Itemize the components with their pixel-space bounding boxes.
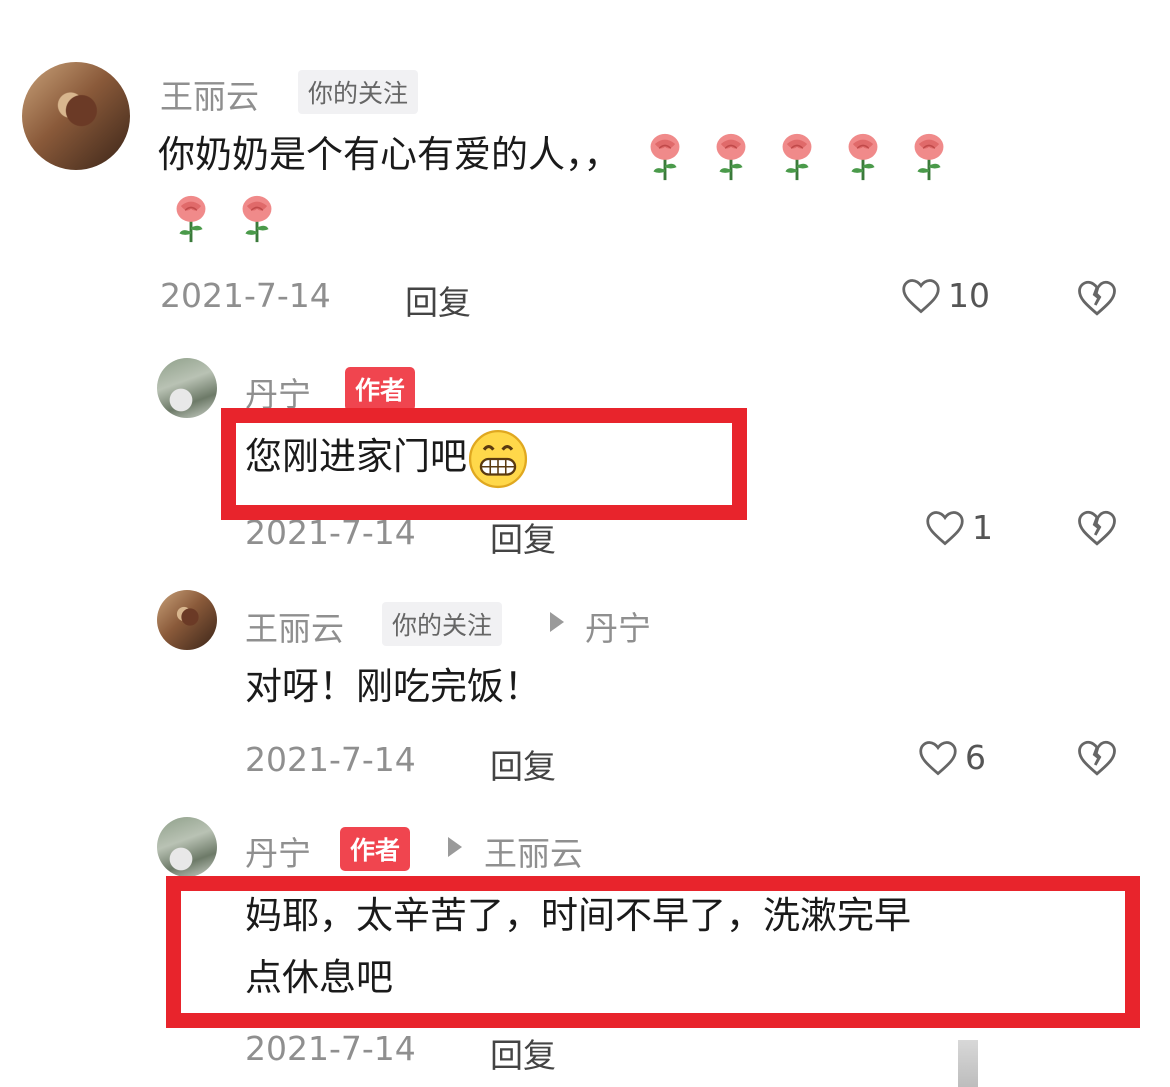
reply-target-name[interactable]: 王丽云	[484, 827, 583, 875]
comment-author[interactable]: 王丽云	[245, 602, 344, 650]
like-button[interactable]: 1	[924, 508, 993, 547]
comment-author[interactable]: 王丽云	[160, 70, 259, 118]
following-badge: 你的关注	[298, 70, 419, 114]
author-badge: 作者	[340, 827, 411, 871]
reply-button[interactable]: 回复	[490, 1029, 556, 1077]
avatar[interactable]	[157, 358, 217, 418]
comment-date: 2021-7-14	[160, 276, 331, 315]
rose-emoji	[650, 133, 680, 180]
author-badge: 作者	[345, 367, 416, 411]
rose-emoji	[716, 133, 746, 180]
rose-emoji	[914, 133, 944, 180]
grin-emoji	[468, 429, 528, 488]
comment-date: 2021-7-14	[245, 1029, 416, 1068]
broken-heart-icon[interactable]	[1076, 508, 1118, 548]
like-button[interactable]: 10	[900, 276, 990, 315]
avatar[interactable]	[157, 817, 217, 877]
reply-arrow-icon	[550, 612, 564, 632]
comment-text: 妈耶，太辛苦了，时间不早了，洗漱完早 点休息吧	[245, 885, 1105, 1009]
like-count: 6	[965, 738, 986, 777]
broken-heart-icon[interactable]	[1076, 278, 1118, 318]
comment-text: 对呀！刚吃完饭！	[245, 665, 541, 708]
rose-emoji	[242, 195, 272, 242]
avatar[interactable]	[22, 62, 130, 170]
comment-text: 您刚进家门吧	[245, 426, 529, 490]
like-count: 1	[972, 508, 993, 547]
comment-author[interactable]: 丹宁	[245, 368, 311, 416]
comment-text-content: 您刚进家门吧	[245, 435, 467, 478]
rose-emoji	[176, 195, 206, 242]
comment-thread: 王丽云 你的关注 你奶奶是个有心有爱的人，， 2021-7-14 回复 10 丹…	[0, 0, 1170, 1087]
comment-text-content: 你奶奶是个有心有爱的人，，	[158, 133, 621, 176]
scrollbar-thumb[interactable]	[958, 1040, 978, 1087]
like-button[interactable]: 6	[917, 738, 986, 777]
reply-target-name[interactable]: 丹宁	[585, 602, 651, 650]
comment-text-line: 妈耶，太辛苦了，时间不早了，洗漱完早	[245, 894, 911, 937]
rose-emoji	[848, 133, 878, 180]
reply-button[interactable]: 回复	[405, 276, 471, 324]
comment-author[interactable]: 丹宁	[245, 827, 311, 875]
heart-icon	[902, 278, 940, 313]
comment-date: 2021-7-14	[245, 740, 416, 779]
following-badge: 你的关注	[382, 602, 503, 646]
reply-button[interactable]: 回复	[490, 740, 556, 788]
avatar[interactable]	[157, 590, 217, 650]
reply-arrow-icon	[448, 837, 462, 857]
heart-icon	[926, 510, 964, 545]
comment-text: 你奶奶是个有心有爱的人，，	[158, 124, 1118, 248]
comment-date: 2021-7-14	[245, 513, 416, 552]
comment-text-line: 点休息吧	[245, 956, 393, 999]
like-count: 10	[948, 276, 990, 315]
reply-button[interactable]: 回复	[490, 513, 556, 561]
rose-emoji	[782, 133, 812, 180]
heart-icon	[919, 740, 957, 775]
broken-heart-icon[interactable]	[1076, 738, 1118, 778]
